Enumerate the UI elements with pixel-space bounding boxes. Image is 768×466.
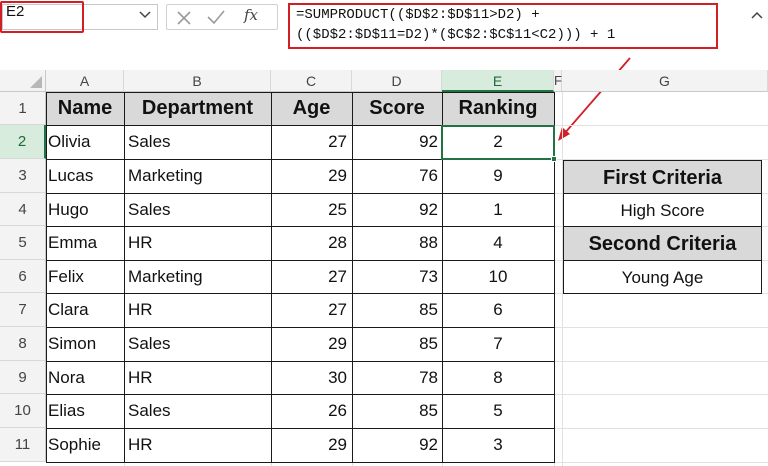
cell-ranking[interactable]: 5 (442, 394, 554, 428)
row-header-3[interactable]: 3 (0, 159, 46, 193)
cell-score[interactable]: 73 (352, 260, 438, 293)
cell-score[interactable]: 76 (352, 159, 438, 193)
cell-age[interactable]: 29 (271, 327, 347, 361)
cell-age[interactable]: 26 (271, 394, 347, 428)
header-department[interactable]: Department (124, 92, 271, 125)
cell-age[interactable]: 29 (271, 428, 347, 462)
cell-score[interactable]: 92 (352, 125, 438, 159)
column-header-b[interactable]: B (124, 70, 271, 92)
row-header-8[interactable]: 8 (0, 327, 46, 361)
cell-score[interactable]: 88 (352, 226, 438, 260)
cell-department[interactable]: Sales (128, 327, 268, 361)
cell-department[interactable]: HR (128, 293, 268, 327)
table-border (271, 92, 272, 463)
cell-ranking[interactable]: 10 (442, 260, 554, 293)
table-border (46, 260, 555, 261)
cell-score[interactable]: 92 (352, 428, 438, 462)
cell-name[interactable]: Lucas (48, 159, 123, 193)
cell-department[interactable]: HR (128, 361, 268, 394)
cell-ranking[interactable]: 7 (442, 327, 554, 361)
table-border (46, 293, 555, 294)
cell-name[interactable]: Simon (48, 327, 123, 361)
cell-score[interactable]: 85 (352, 394, 438, 428)
cell-age[interactable]: 30 (271, 361, 347, 394)
table-border (46, 462, 555, 463)
table-border (124, 92, 125, 463)
table-border (46, 92, 47, 463)
column-header-f[interactable]: F (554, 70, 562, 92)
cell-name[interactable]: Clara (48, 293, 123, 327)
column-header-c[interactable]: C (271, 70, 352, 92)
row-header-11[interactable]: 11 (0, 428, 46, 462)
first-criteria-value[interactable]: High Score (563, 193, 762, 227)
cell-name[interactable]: Sophie (48, 428, 123, 462)
cell-ranking[interactable]: 6 (442, 293, 554, 327)
column-header-a[interactable]: A (46, 70, 124, 92)
cell-ranking[interactable]: 4 (442, 226, 554, 260)
row-header-2[interactable]: 2 (0, 125, 46, 159)
cell-name[interactable]: Felix (48, 260, 123, 293)
column-header-d[interactable]: D (352, 70, 442, 92)
cell-score[interactable]: 85 (352, 327, 438, 361)
row-header-5[interactable]: 5 (0, 226, 46, 260)
cell-name[interactable]: Hugo (48, 193, 123, 226)
cell-ranking[interactable]: 3 (442, 428, 554, 462)
cell-ranking[interactable]: 1 (442, 193, 554, 226)
row-header-7[interactable]: 7 (0, 293, 46, 327)
cell-age[interactable]: 27 (271, 293, 347, 327)
active-cell-outline (441, 125, 555, 160)
cell-name[interactable]: Emma (48, 226, 123, 260)
column-header-e[interactable]: E (442, 70, 554, 92)
row-header-6[interactable]: 6 (0, 260, 46, 293)
second-criteria-value[interactable]: Young Age (563, 260, 762, 294)
cell-department[interactable]: Marketing (128, 159, 268, 193)
cell-name[interactable]: Elias (48, 394, 123, 428)
table-border (46, 428, 555, 429)
row-header-9[interactable]: 9 (0, 361, 46, 394)
cell-age[interactable]: 29 (271, 159, 347, 193)
cell-age[interactable]: 27 (271, 125, 347, 159)
row-header-10[interactable]: 10 (0, 394, 46, 428)
cell-age[interactable]: 25 (271, 193, 347, 226)
cell-score[interactable]: 85 (352, 293, 438, 327)
header-name[interactable]: Name (46, 92, 124, 125)
cell-department[interactable]: HR (128, 428, 268, 462)
cell-name[interactable]: Nora (48, 361, 123, 394)
first-criteria-header[interactable]: First Criteria (563, 160, 762, 194)
cell-score[interactable]: 78 (352, 361, 438, 394)
cell-age[interactable]: 28 (271, 226, 347, 260)
row-header-1[interactable]: 1 (0, 92, 46, 125)
fill-handle[interactable] (551, 156, 557, 162)
table-border (46, 394, 555, 395)
header-ranking[interactable]: Ranking (442, 92, 554, 125)
table-border (352, 92, 353, 463)
table-border (46, 226, 555, 227)
cell-department[interactable]: Marketing (128, 260, 268, 293)
cell-department[interactable]: Sales (128, 193, 268, 226)
cell-age[interactable]: 27 (271, 260, 347, 293)
cell-department[interactable]: Sales (128, 394, 268, 428)
table-border (46, 361, 555, 362)
table-border (46, 327, 555, 328)
header-age[interactable]: Age (271, 92, 352, 125)
cell-name[interactable]: Olivia (48, 125, 123, 159)
table-border (46, 193, 555, 194)
cell-score[interactable]: 92 (352, 193, 438, 226)
cell-ranking[interactable]: 8 (442, 361, 554, 394)
row-header-4[interactable]: 4 (0, 193, 46, 226)
cell-ranking[interactable]: 9 (442, 159, 554, 193)
select-all-triangle-icon (30, 76, 42, 88)
cell-department[interactable]: HR (128, 226, 268, 260)
cell-department[interactable]: Sales (128, 125, 268, 159)
header-score[interactable]: Score (352, 92, 442, 125)
second-criteria-header[interactable]: Second Criteria (563, 226, 762, 261)
column-header-g[interactable]: G (562, 70, 768, 92)
table-border (46, 92, 555, 93)
